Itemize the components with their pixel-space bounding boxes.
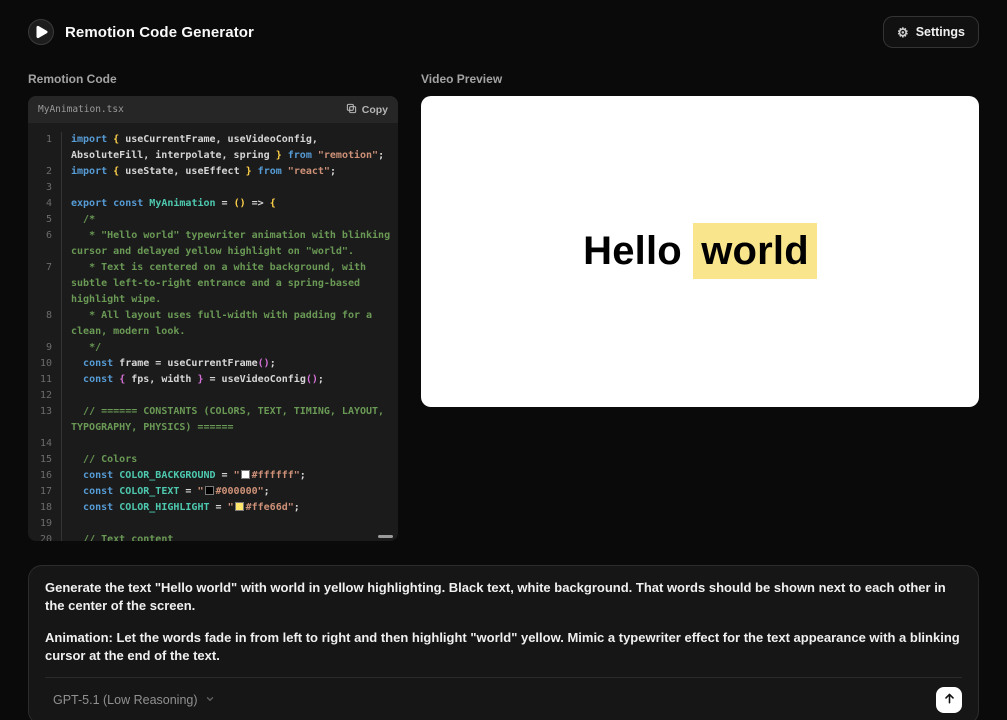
code-line: 1import { useCurrentFrame, useVideoConfi… [28,132,398,164]
code-line: 7 * Text is centered on a white backgrou… [28,260,398,308]
app-header: Remotion Code Generator ⚙ Settings [0,0,1007,64]
line-number: 2 [28,164,62,180]
code-line-text: import { useCurrentFrame, useVideoConfig… [62,132,398,164]
line-number: 11 [28,372,62,388]
model-selector[interactable]: GPT-5.1 (Low Reasoning) [45,687,223,713]
code-line-text: const COLOR_BACKGROUND = "#ffffff"; [62,468,398,484]
code-line-text [62,436,398,452]
line-number: 10 [28,356,62,372]
line-number: 7 [28,260,62,308]
submit-button[interactable] [936,687,962,713]
preview-text: Hello world [583,229,817,274]
code-line: 3 [28,180,398,196]
code-line: 19 [28,516,398,532]
code-line: 15 // Colors [28,452,398,468]
composer-divider [45,677,962,678]
code-column: Remotion Code MyAnimation.tsx Copy 1impo… [28,64,398,541]
code-line-text: * All layout uses full-width with paddin… [62,308,398,340]
copy-icon [346,103,357,117]
prompt-text-line2: Animation: Let the words fade in from le… [45,629,962,664]
line-number: 1 [28,132,62,164]
preview-text-plain: Hello [583,229,693,273]
code-line: 12 [28,388,398,404]
code-line-text: // Colors [62,452,398,468]
line-number: 16 [28,468,62,484]
code-line: 18 const COLOR_HIGHLIGHT = "#ffe66d"; [28,500,398,516]
preview-text-highlighted: world [693,223,817,279]
code-lines: 1import { useCurrentFrame, useVideoConfi… [28,132,398,541]
code-editor-panel: MyAnimation.tsx Copy 1import { useCurren… [28,96,398,541]
code-line: 6 * "Hello world" typewriter animation w… [28,228,398,260]
line-number: 4 [28,196,62,212]
prompt-text-line1: Generate the text "Hello world" with wor… [45,579,962,614]
code-line-text: const COLOR_HIGHLIGHT = "#ffe66d"; [62,500,398,516]
copy-label: Copy [362,104,388,116]
brand: Remotion Code Generator [28,19,254,45]
code-line-text: const frame = useCurrentFrame(); [62,356,398,372]
code-line: 14 [28,436,398,452]
code-line-text: /* [62,212,398,228]
page-title: Remotion Code Generator [65,24,254,41]
code-line: 16 const COLOR_BACKGROUND = "#ffffff"; [28,468,398,484]
code-line-text: export const MyAnimation = () => { [62,196,398,212]
line-number: 3 [28,180,62,196]
line-number: 6 [28,228,62,260]
preview-section-label: Video Preview [421,72,979,86]
color-swatch-icon [205,486,214,495]
line-number: 5 [28,212,62,228]
preview-column: Video Preview Hello world [421,64,979,407]
settings-label: Settings [916,25,965,39]
line-number: 18 [28,500,62,516]
code-section-label: Remotion Code [28,72,398,86]
color-swatch-icon [241,470,250,479]
code-line-text [62,388,398,404]
line-number: 13 [28,404,62,436]
code-line: 17 const COLOR_TEXT = "#000000"; [28,484,398,500]
code-line-text: import { useState, useEffect } from "rea… [62,164,398,180]
code-line-text: */ [62,340,398,356]
settings-button[interactable]: ⚙ Settings [883,16,979,48]
code-line-text: * "Hello world" typewriter animation wit… [62,228,398,260]
line-number: 8 [28,308,62,340]
code-line-text: const { fps, width } = useVideoConfig(); [62,372,398,388]
code-line: 9 */ [28,340,398,356]
video-preview: Hello world [421,96,979,407]
code-line-text: * Text is centered on a white background… [62,260,398,308]
main-content: Remotion Code MyAnimation.tsx Copy 1impo… [0,64,1007,541]
code-line-text [62,180,398,196]
line-number: 15 [28,452,62,468]
line-number: 20 [28,532,62,541]
composer-toolbar: GPT-5.1 (Low Reasoning) [45,687,962,713]
prompt-composer: Generate the text "Hello world" with wor… [28,565,979,720]
prompt-input[interactable]: Generate the text "Hello world" with wor… [45,579,962,664]
code-line-text [62,516,398,532]
chevron-down-icon [205,693,215,707]
line-number: 9 [28,340,62,356]
remotion-logo-icon [28,19,54,45]
code-line: 20 // Text content [28,532,398,541]
code-line-text: // Text content [62,532,398,541]
code-line-text: // ====== CONSTANTS (COLORS, TEXT, TIMIN… [62,404,398,436]
copy-button[interactable]: Copy [346,103,388,117]
code-line: 10 const frame = useCurrentFrame(); [28,356,398,372]
line-number: 19 [28,516,62,532]
gear-icon: ⚙ [897,26,909,39]
code-line: 8 * All layout uses full-width with padd… [28,308,398,340]
code-body: 1import { useCurrentFrame, useVideoConfi… [28,123,398,541]
code-line: 2import { useState, useEffect } from "re… [28,164,398,180]
code-line-text: const COLOR_TEXT = "#000000"; [62,484,398,500]
code-line: 4export const MyAnimation = () => { [28,196,398,212]
line-number: 17 [28,484,62,500]
code-filename: MyAnimation.tsx [38,104,124,115]
color-swatch-icon [235,502,244,511]
code-line: 11 const { fps, width } = useVideoConfig… [28,372,398,388]
arrow-up-icon [943,692,956,708]
model-selector-label: GPT-5.1 (Low Reasoning) [53,693,198,707]
code-line: 13 // ====== CONSTANTS (COLORS, TEXT, TI… [28,404,398,436]
code-line: 5 /* [28,212,398,228]
line-number: 12 [28,388,62,404]
code-editor-header: MyAnimation.tsx Copy [28,96,398,123]
code-scrollbar-thumb[interactable] [378,535,393,538]
line-number: 14 [28,436,62,452]
